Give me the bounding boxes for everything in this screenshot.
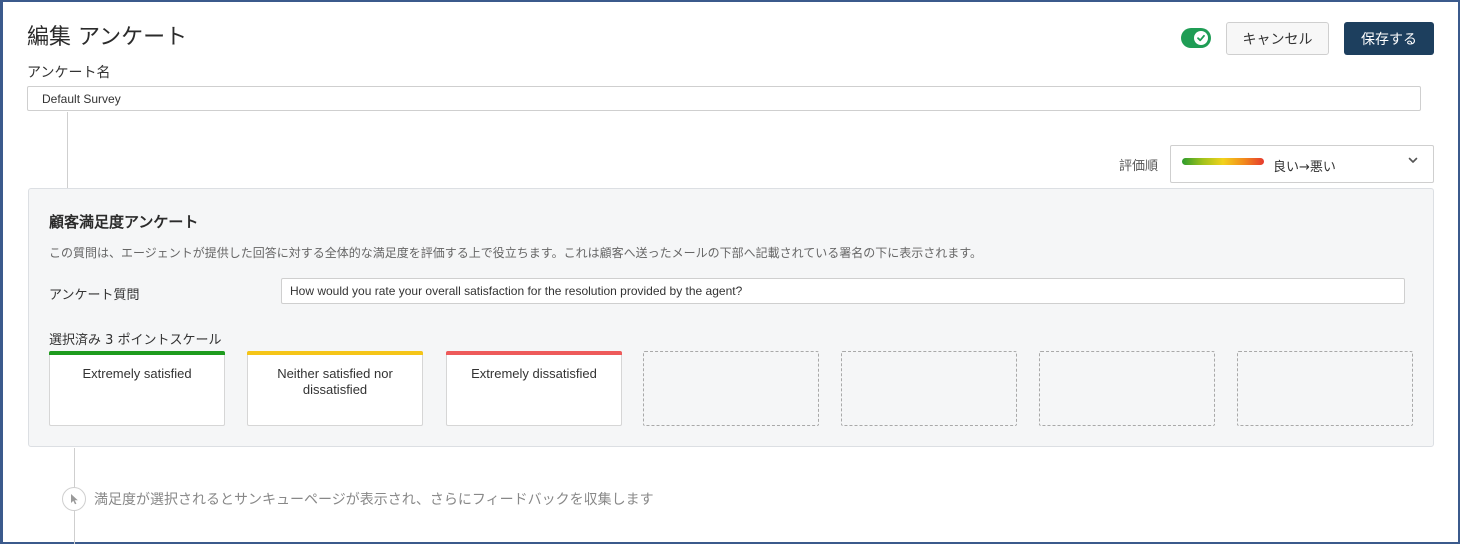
scale-card-3[interactable]: Extremely dissatisfied bbox=[446, 351, 622, 426]
scale-card-empty-5[interactable] bbox=[841, 351, 1017, 426]
card-label: Extremely satisfied bbox=[82, 366, 192, 381]
survey-name-input[interactable] bbox=[27, 86, 1421, 111]
card-label: Extremely dissatisfied bbox=[471, 366, 597, 381]
survey-name-label: アンケート名 bbox=[27, 65, 111, 81]
card-color-bar bbox=[247, 351, 423, 355]
survey-panel: 顧客満足度アンケート この質問は、エージェントが提供した回答に対する全体的な満足… bbox=[28, 188, 1434, 447]
scale-card-empty-6[interactable] bbox=[1039, 351, 1215, 426]
rating-gradient-swatch bbox=[1182, 158, 1264, 165]
card-color-bar bbox=[446, 351, 622, 355]
save-button[interactable]: 保存する bbox=[1344, 22, 1434, 55]
check-icon bbox=[1194, 31, 1208, 45]
card-color-bar bbox=[49, 351, 225, 355]
question-label: アンケート質問 bbox=[49, 288, 140, 303]
enable-toggle[interactable] bbox=[1181, 28, 1211, 48]
connector-line bbox=[67, 112, 68, 188]
rating-order-label: 評価順 bbox=[1119, 159, 1159, 174]
panel-description: この質問は、エージェントが提供した回答に対する全体的な満足度を評価する上で役立ち… bbox=[49, 246, 983, 260]
panel-title: 顧客満足度アンケート bbox=[49, 213, 199, 231]
chevron-down-icon bbox=[1407, 154, 1419, 170]
scale-card-1[interactable]: Extremely satisfied bbox=[49, 351, 225, 426]
question-input[interactable] bbox=[281, 278, 1405, 304]
scale-card-2[interactable]: Neither satisfied nor dissatisfied bbox=[247, 351, 423, 426]
rating-order-value: 良い→悪い bbox=[1273, 160, 1336, 175]
scale-label: 選択済み 3 ポイントスケール bbox=[49, 333, 222, 348]
rating-order-select[interactable]: 良い→悪い bbox=[1170, 145, 1434, 183]
cancel-button[interactable]: キャンセル bbox=[1226, 22, 1329, 55]
pointer-click-icon bbox=[62, 487, 86, 511]
scale-card-empty-4[interactable] bbox=[643, 351, 819, 426]
footer-note: 満足度が選択されるとサンキューページが表示され、さらにフィードバックを収集します bbox=[94, 492, 654, 508]
card-label: Neither satisfied nor dissatisfied bbox=[277, 366, 393, 397]
page-title: 編集 アンケート bbox=[27, 25, 188, 50]
scale-card-empty-7[interactable] bbox=[1237, 351, 1413, 426]
